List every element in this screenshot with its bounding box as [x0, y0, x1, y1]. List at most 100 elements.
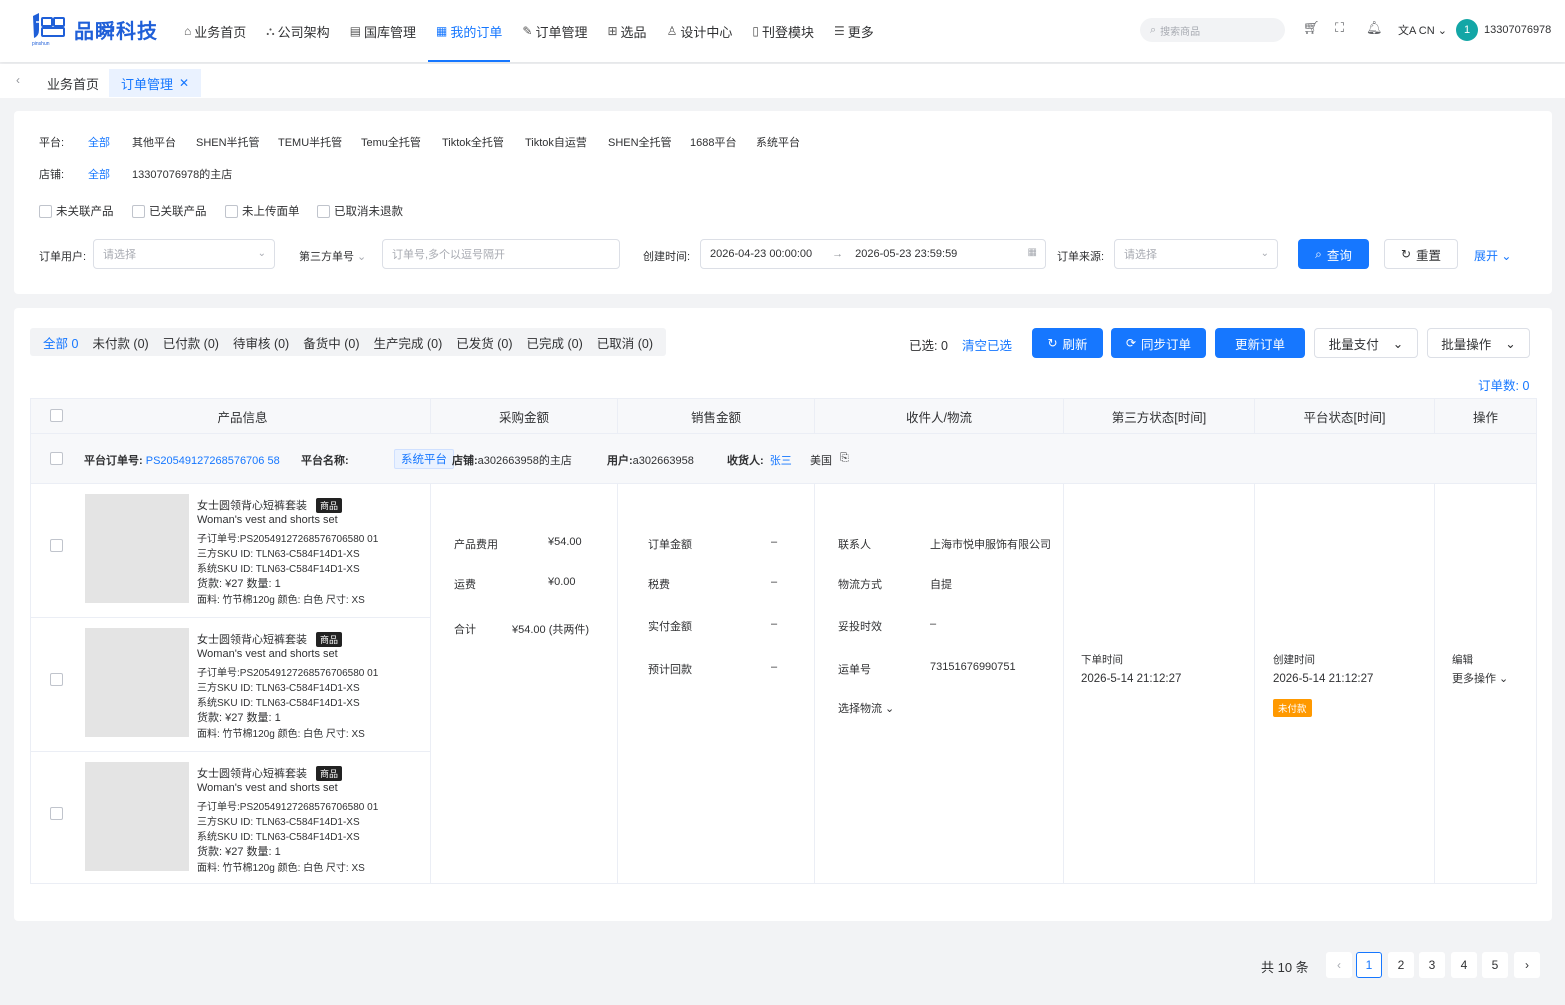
page-button[interactable]: 4	[1451, 952, 1477, 978]
tab-label: 订单管理	[121, 76, 174, 92]
chevron-left-icon[interactable]: ‹	[16, 73, 20, 87]
checkbox-box[interactable]	[225, 204, 238, 218]
platform-option[interactable]: Tiktok全托管	[442, 134, 504, 150]
tab-order-mgmt[interactable]: 订单管理 ✕	[109, 69, 202, 97]
status-tab-shipped[interactable]: 已发货 (0)	[449, 333, 519, 352]
status-tab-paid[interactable]: 已付款 (0)	[156, 333, 226, 352]
page-button[interactable]: 2	[1388, 952, 1414, 978]
logistics-key: 运单号	[838, 664, 871, 676]
reset-button[interactable]: ↻ 重置	[1384, 239, 1458, 269]
batch-pay-dropdown[interactable]: 批量支付 ⌄	[1314, 328, 1418, 358]
checkbox-linked[interactable]: 已关联产品	[132, 203, 207, 219]
date-start[interactable]: 2026-04-23 00:00:00	[710, 248, 812, 260]
third-status-label: 下单时间	[1081, 654, 1123, 666]
store-info-label: 店铺:	[452, 455, 478, 467]
tab-home[interactable]: 业务首页	[35, 69, 111, 97]
nav-item-listing[interactable]: ▯ 刊登模块	[744, 0, 822, 62]
status-tab-unpaid[interactable]: 未付款 (0)	[85, 333, 155, 352]
date-end[interactable]: 2026-05-23 23:59:59	[855, 248, 957, 260]
platform-option[interactable]: 系统平台	[756, 134, 800, 150]
button-label: 同步订单	[1141, 337, 1192, 352]
page-button[interactable]: 1	[1356, 952, 1382, 978]
more-actions-link[interactable]: 更多操作 ⌄	[1452, 670, 1508, 686]
date-range-picker[interactable]: 2026-04-23 00:00:00 → 2026-05-23 23:59:5…	[700, 239, 1046, 269]
product-image[interactable]	[85, 494, 189, 603]
platform-option[interactable]: 1688平台	[690, 134, 736, 150]
checkbox-box[interactable]	[39, 204, 52, 218]
platform-option[interactable]: SHEN全托管	[608, 134, 672, 150]
order-checkbox[interactable]	[50, 452, 63, 465]
refresh-button[interactable]: ↻ 刷新	[1032, 328, 1103, 358]
status-tab-stocking[interactable]: 备货中 (0)	[296, 333, 366, 352]
search-input[interactable]: ⌕ 搜索商品	[1140, 18, 1285, 42]
nav-item-home[interactable]: ⌂ 业务首页	[176, 0, 254, 62]
product-checkbox[interactable]	[50, 673, 63, 686]
product-image[interactable]	[85, 628, 189, 737]
nav-item-selection[interactable]: ⊞ 选品	[599, 0, 654, 62]
receiver-link[interactable]: 张三	[770, 455, 792, 467]
page-button[interactable]: 5	[1482, 952, 1508, 978]
nav-item-archive[interactable]: ▤ 国库管理	[342, 0, 424, 62]
cart-icon[interactable]: 🛒︎	[1303, 20, 1320, 36]
nav-item-my-orders[interactable]: ▦ 我的订单	[428, 0, 511, 62]
checkbox-unlinked[interactable]: 未关联产品	[39, 203, 114, 219]
select-all-checkbox[interactable]	[50, 409, 63, 422]
third-party-type-select[interactable]: 第三方单号 ⌄	[299, 248, 366, 264]
edit-link[interactable]: 编辑	[1452, 652, 1473, 667]
update-orders-button[interactable]: 更新订单	[1215, 328, 1305, 358]
order-user-select[interactable]: 请选择 ⌄	[93, 239, 275, 269]
nav-item-order-mgmt[interactable]: ✎ 订单管理	[514, 0, 595, 62]
nav-item-org[interactable]: ⛬ 公司架构	[258, 0, 337, 62]
copy-icon[interactable]: ⎘	[840, 452, 849, 465]
prev-page-icon[interactable]: ‹	[1326, 952, 1352, 978]
checkbox-cancelled-unrefunded[interactable]: 已取消未退款	[317, 203, 403, 219]
country-link[interactable]: 美国	[810, 452, 832, 468]
checkbox-box[interactable]	[317, 204, 330, 218]
nav-item-more[interactable]: ☰ 更多	[826, 0, 882, 62]
platform-option[interactable]: 全部	[88, 134, 110, 150]
checkbox-no-label[interactable]: 未上传面单	[225, 203, 300, 219]
store-option[interactable]: 13307076978的主店	[132, 166, 232, 182]
store-option[interactable]: 全部	[88, 166, 110, 182]
close-icon[interactable]: ✕	[179, 76, 189, 90]
avatar[interactable]: 1	[1456, 19, 1478, 41]
product-image[interactable]	[85, 762, 189, 871]
status-tab-completed[interactable]: 已完成 (0)	[520, 333, 590, 352]
product-name-en: Woman's vest and shorts set	[197, 782, 338, 794]
expand-toggle[interactable]: 展开 ⌄	[1474, 247, 1511, 264]
platform-option[interactable]: SHEN半托管	[196, 134, 260, 150]
status-tab-produced[interactable]: 生产完成 (0)	[367, 333, 450, 352]
brand-logo[interactable]: pinshun 品瞬科技	[30, 12, 158, 47]
status-tab-pending-review[interactable]: 待审核 (0)	[226, 333, 296, 352]
product-checkbox[interactable]	[50, 539, 63, 552]
platform-option[interactable]: 其他平台	[132, 134, 176, 150]
user-phone[interactable]: 13307076978	[1484, 24, 1551, 36]
product-name: 女士圆领背心短裤套装 商品	[197, 631, 343, 647]
platform-option[interactable]: TEMU半托管	[278, 134, 342, 150]
page-button[interactable]: 3	[1419, 952, 1445, 978]
product-checkbox[interactable]	[50, 807, 63, 820]
query-button[interactable]: ⌕ 查询	[1298, 239, 1369, 269]
col-divider	[1254, 484, 1255, 883]
third-party-order-input[interactable]: 订单号,多个以逗号隔开	[382, 239, 620, 269]
chevron-down-icon: ⌄	[1260, 248, 1269, 259]
platform-option[interactable]: Temu全托管	[361, 134, 421, 150]
fullscreen-icon[interactable]: ⛶	[1335, 20, 1344, 36]
sync-orders-button[interactable]: ⟳ 同步订单	[1111, 328, 1206, 358]
nav-item-design[interactable]: ♙ 设计中心	[659, 0, 741, 62]
status-tab-cancelled[interactable]: 已取消 (0)	[590, 333, 660, 352]
next-page-icon[interactable]: ›	[1514, 952, 1540, 978]
status-tab-all[interactable]: 全部 0	[36, 333, 85, 352]
clear-selection-link[interactable]: 清空已选	[962, 335, 1012, 354]
platform-option[interactable]: Tiktok自运营	[525, 134, 587, 150]
batch-ops-dropdown[interactable]: 批量操作 ⌄	[1427, 328, 1530, 358]
checkbox-box[interactable]	[132, 204, 145, 218]
sales-key: 实付金额	[648, 621, 692, 633]
language-switch[interactable]: 文A CN ⌄	[1398, 22, 1447, 38]
order-no-link[interactable]: PS20549127268576706 58	[146, 455, 280, 467]
chevron-down-icon: ⌄	[354, 251, 367, 263]
bell-icon[interactable]: 🔔︎	[1366, 20, 1383, 36]
order-source-select[interactable]: 请选择 ⌄	[1114, 239, 1278, 269]
choose-logistics-link[interactable]: 选择物流 ⌄	[838, 700, 894, 716]
doc-icon: ▯	[752, 24, 759, 38]
